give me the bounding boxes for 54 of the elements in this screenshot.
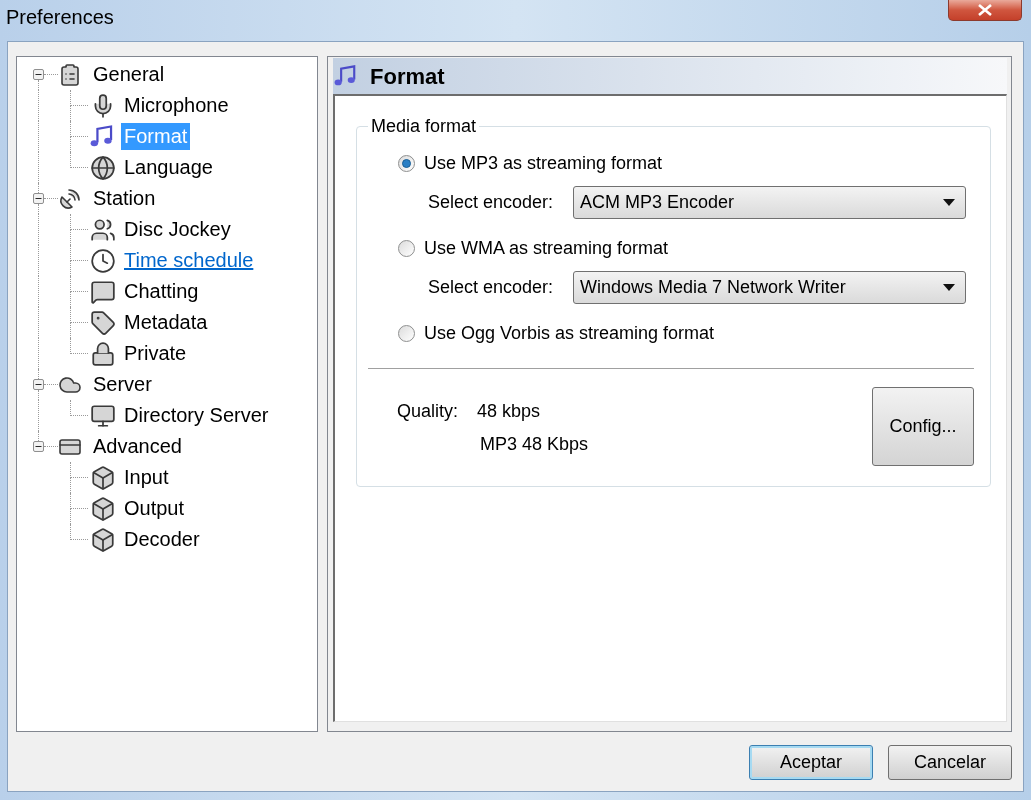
tree-item[interactable]: Input [121,464,172,491]
people-icon [90,216,116,243]
collapse-icon[interactable] [33,441,44,452]
tree-item[interactable]: Server [90,371,155,398]
tag-icon [90,309,116,336]
encoder-dropdown[interactable]: Windows Media 7 Network Writer [573,271,966,304]
tree-item[interactable]: Disc Jockey [121,216,234,243]
dialog-button[interactable]: Aceptar [749,745,873,780]
satellite-dish-icon [58,186,82,211]
radio-label[interactable]: Use Ogg Vorbis as streaming format [424,319,715,347]
tree-item[interactable]: Time schedule [121,247,257,274]
close-button[interactable] [948,0,1022,21]
tree-item[interactable]: Station [90,185,159,212]
collapse-icon[interactable] [33,379,44,390]
cube-icon [90,464,116,491]
clock-icon [90,247,116,274]
close-icon [978,4,992,16]
collapse-icon[interactable] [33,193,44,204]
clipboard-icon [58,62,82,87]
radio-label[interactable]: Use MP3 as streaming format [424,149,663,177]
tree-item[interactable]: Private [121,340,190,367]
tree-item[interactable]: General [90,61,168,88]
tree-item[interactable]: Chatting [121,278,202,305]
quality-detail: MP3 48 Kbps [480,433,589,456]
monitor-icon [90,402,116,429]
quality-value: 48 kbps [477,400,541,423]
quality-label: Quality: [397,400,460,423]
encoder-dropdown[interactable]: ACM MP3 Encoder [573,186,966,219]
radio-label[interactable]: Use WMA as streaming format [424,234,669,262]
cube-icon [90,526,116,553]
window-title: Preferences [5,5,114,29]
caret-icon [943,284,955,291]
tree-item[interactable]: Output [121,495,188,522]
tree-item[interactable]: Directory Server [121,402,272,429]
cube-icon [90,495,116,522]
panel-title: Format [370,62,445,91]
radio-button[interactable] [398,324,415,342]
tree-item[interactable]: Decoder [121,526,203,553]
tree-item[interactable]: Metadata [121,309,211,336]
speech-bubble-icon [90,278,116,305]
encoder-label: Select encoder: [428,191,555,214]
tree-item[interactable]: Microphone [121,92,232,119]
radio-button[interactable] [398,154,415,172]
encoder-label: Select encoder: [428,276,555,299]
dialog-button[interactable]: Cancelar [888,745,1012,780]
collapse-icon[interactable] [33,69,44,80]
globe-icon [90,154,116,181]
caret-icon [943,199,955,206]
tree-item[interactable]: Language [121,154,216,181]
config-button[interactable]: Config... [872,387,974,466]
radio-button[interactable] [398,239,415,257]
padlock-icon [90,340,116,367]
group-label: Media format [370,115,478,137]
tree-item[interactable]: Advanced [90,433,185,460]
